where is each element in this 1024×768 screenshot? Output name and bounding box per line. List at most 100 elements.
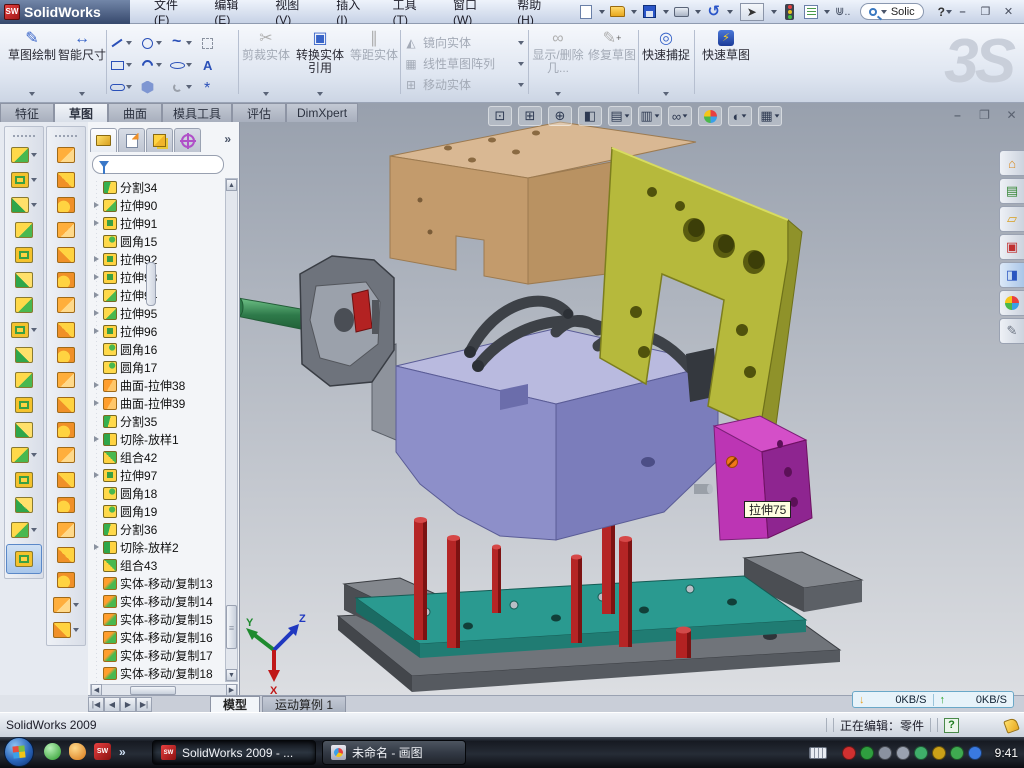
expand-icon[interactable]: [92, 400, 100, 406]
dropdown-icon[interactable]: [126, 63, 132, 67]
fillet-button[interactable]: [7, 194, 41, 216]
dropdown-icon[interactable]: [31, 328, 37, 332]
tree-item-19[interactable]: 分割36: [90, 520, 226, 538]
swept-surface-button[interactable]: [49, 144, 83, 166]
tree-item-11[interactable]: 曲面-拉伸38: [90, 376, 226, 394]
dropdown-icon[interactable]: [126, 41, 132, 45]
sketch-button[interactable]: ✎ 草图绘制: [8, 28, 56, 96]
panel-splitter-handle[interactable]: [146, 262, 156, 306]
rectangle-button[interactable]: [110, 54, 140, 76]
dropdown-icon[interactable]: [156, 63, 162, 67]
polygon-button[interactable]: [140, 76, 170, 98]
circle-button[interactable]: [140, 32, 170, 54]
last-tab-icon[interactable]: ▶|: [136, 697, 152, 712]
dropdown-icon[interactable]: [31, 203, 37, 207]
minimize-button[interactable]: –: [953, 4, 972, 19]
scroll-down-icon[interactable]: ▼: [226, 669, 237, 681]
dropdown-icon[interactable]: [742, 114, 747, 117]
command-tab-5[interactable]: DimXpert: [286, 103, 358, 122]
helix-button[interactable]: [7, 519, 41, 541]
expand-icon[interactable]: [92, 472, 100, 478]
doc-minimize-button[interactable]: –: [948, 107, 967, 122]
spline-button[interactable]: [170, 32, 200, 54]
edit-appearance-button[interactable]: [698, 106, 722, 126]
solidworks-quicklaunch-icon[interactable]: SW: [94, 743, 111, 760]
tree-item-20[interactable]: 切除-放样2: [90, 538, 226, 556]
volume-icon[interactable]: [896, 746, 910, 760]
tree-vertical-scrollbar[interactable]: ▲ ▼: [225, 178, 238, 682]
tree-item-24[interactable]: 实体-移动/复制15: [90, 610, 226, 628]
text-button[interactable]: [200, 54, 230, 76]
arc-button[interactable]: [140, 54, 170, 76]
taskbar-button-paint[interactable]: 未命名 - 画图: [322, 740, 466, 765]
rebuild-traffic-light-icon[interactable]: [781, 3, 799, 21]
panel-overflow-button[interactable]: »: [224, 132, 231, 146]
security-alert-icon[interactable]: [842, 746, 856, 760]
move-copy-body-button[interactable]: [7, 419, 41, 441]
replace-face-button[interactable]: [49, 419, 83, 441]
expand-icon[interactable]: [92, 310, 100, 316]
tree-item-17[interactable]: 圆角18: [90, 484, 226, 502]
zoom-area-button[interactable]: ⊞: [518, 106, 542, 126]
file-explorer-tab[interactable]: ▣: [999, 234, 1024, 260]
keyboard-icon[interactable]: [809, 747, 827, 759]
display-delete-relations-button[interactable]: ∞ 显示/删除几...: [532, 28, 584, 96]
tree-item-7[interactable]: 拉伸95: [90, 304, 226, 322]
undo-icon[interactable]: ↺: [705, 3, 723, 21]
dropdown-icon[interactable]: [186, 41, 192, 45]
expand-icon[interactable]: [92, 382, 100, 388]
tree-item-0[interactable]: 分割34: [90, 178, 226, 196]
tree-item-1[interactable]: 拉伸90: [90, 196, 226, 214]
insert-part-button[interactable]: [7, 444, 41, 466]
convert-entities-button[interactable]: ▣ 转换实体引用: [294, 28, 346, 96]
ribbon-list-button-0[interactable]: ◭镜向实体: [404, 32, 524, 53]
offset-surface-button[interactable]: [49, 344, 83, 366]
dropdown-icon[interactable]: [126, 85, 132, 89]
view-palette-tab[interactable]: ◨: [999, 262, 1024, 288]
tree-item-27[interactable]: 实体-移动/复制18: [90, 664, 226, 682]
command-tab-3[interactable]: 模具工具: [162, 103, 232, 122]
dropdown-icon[interactable]: [73, 603, 79, 607]
magnify-button[interactable]: ⊕: [548, 106, 572, 126]
section-view-button[interactable]: ◧: [578, 106, 602, 126]
first-tab-icon[interactable]: |◀: [88, 697, 104, 712]
doc-close-button[interactable]: ✕: [1002, 107, 1021, 122]
messenger-status-icon[interactable]: [968, 746, 982, 760]
tree-item-18[interactable]: 圆角19: [90, 502, 226, 520]
line-button[interactable]: [110, 32, 140, 54]
dropdown-icon[interactable]: [518, 83, 524, 87]
freeform-button[interactable]: [49, 269, 83, 291]
tree-item-25[interactable]: 实体-移动/复制16: [90, 628, 226, 646]
dropdown-icon[interactable]: [683, 114, 688, 117]
ruled-surface-button[interactable]: [49, 369, 83, 391]
solidworks-resources-tab[interactable]: ▤: [999, 178, 1024, 204]
delete-face-button[interactable]: [49, 394, 83, 416]
ribbon-list-button-1[interactable]: ▦线性草图阵列: [404, 53, 524, 74]
scroll-up-icon[interactable]: ▲: [226, 179, 237, 191]
surface-fillet-button[interactable]: [49, 544, 83, 566]
tree-item-14[interactable]: 切除-放样1: [90, 430, 226, 448]
repair-sketch-button[interactable]: ✎+ 修复草图: [588, 28, 636, 96]
expand-icon[interactable]: [92, 436, 100, 442]
dropdown-icon[interactable]: [624, 114, 629, 117]
dropdown-icon[interactable]: [518, 62, 524, 66]
tree-item-9[interactable]: 圆角16: [90, 340, 226, 358]
ribbon-list-button-2[interactable]: ⊞移动实体: [404, 74, 524, 95]
reference-axis-button[interactable]: [7, 494, 41, 516]
prev-tab-icon[interactable]: ◀: [104, 697, 120, 712]
extend-surface-button[interactable]: [49, 469, 83, 491]
search-dropdown-icon[interactable]: [881, 10, 887, 14]
selection-box-button[interactable]: [200, 32, 230, 54]
model-tab[interactable]: 模型: [210, 696, 260, 712]
dropdown-icon[interactable]: [518, 41, 524, 45]
tree-item-10[interactable]: 圆角17: [90, 358, 226, 376]
dropdown-icon[interactable]: [186, 85, 192, 89]
sync-icon[interactable]: [914, 746, 928, 760]
dropdown-icon[interactable]: [186, 63, 192, 67]
command-tab-2[interactable]: 曲面: [108, 103, 162, 122]
restore-button[interactable]: ❐: [976, 4, 995, 19]
surface-flatten-button[interactable]: [49, 319, 83, 341]
delete-body-button[interactable]: [7, 469, 41, 491]
tree-item-4[interactable]: 拉伸92: [90, 250, 226, 268]
search-input[interactable]: Solic: [860, 3, 924, 20]
